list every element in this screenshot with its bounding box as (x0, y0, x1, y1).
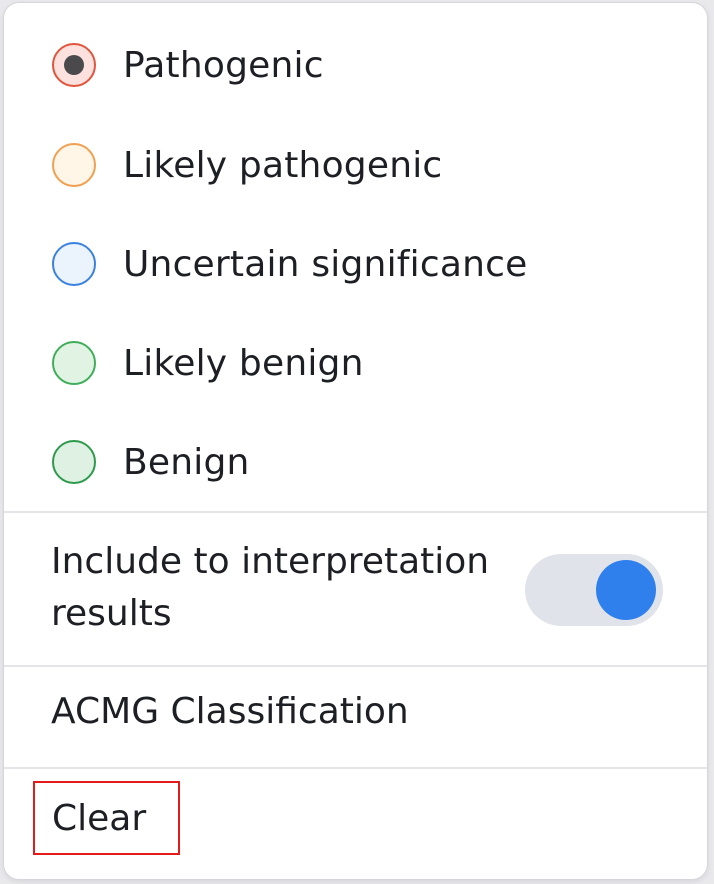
divider (4, 665, 707, 667)
radio-likely-benign[interactable] (52, 341, 96, 385)
option-label-likely-pathogenic: Likely pathogenic (123, 144, 443, 186)
radio-benign[interactable] (52, 440, 96, 484)
option-likely-benign[interactable]: Likely benign (4, 318, 707, 408)
include-toggle-row: Include to interpretation results (4, 514, 707, 666)
option-pathogenic[interactable]: Pathogenic (4, 20, 707, 110)
classification-popover: Pathogenic Likely pathogenic Uncertain s… (3, 2, 708, 880)
toggle-knob (596, 560, 656, 620)
radio-uncertain-significance[interactable] (52, 242, 96, 286)
option-label-uncertain-significance: Uncertain significance (123, 243, 528, 285)
divider (4, 767, 707, 769)
radio-pathogenic[interactable] (52, 43, 96, 87)
radio-likely-pathogenic[interactable] (52, 143, 96, 187)
divider (4, 511, 707, 513)
clear-button[interactable]: Clear (33, 781, 180, 855)
option-label-likely-benign: Likely benign (123, 342, 364, 384)
option-uncertain-significance[interactable]: Uncertain significance (4, 219, 707, 309)
acmg-classification-label[interactable]: ACMG Classification (51, 691, 409, 732)
radio-selected-dot (64, 55, 84, 75)
include-toggle-switch[interactable] (525, 554, 663, 626)
option-benign[interactable]: Benign (4, 417, 707, 507)
option-label-pathogenic: Pathogenic (123, 44, 324, 86)
include-toggle-label: Include to interpretation results (51, 541, 490, 634)
option-likely-pathogenic[interactable]: Likely pathogenic (4, 120, 707, 210)
option-label-benign: Benign (123, 441, 250, 483)
